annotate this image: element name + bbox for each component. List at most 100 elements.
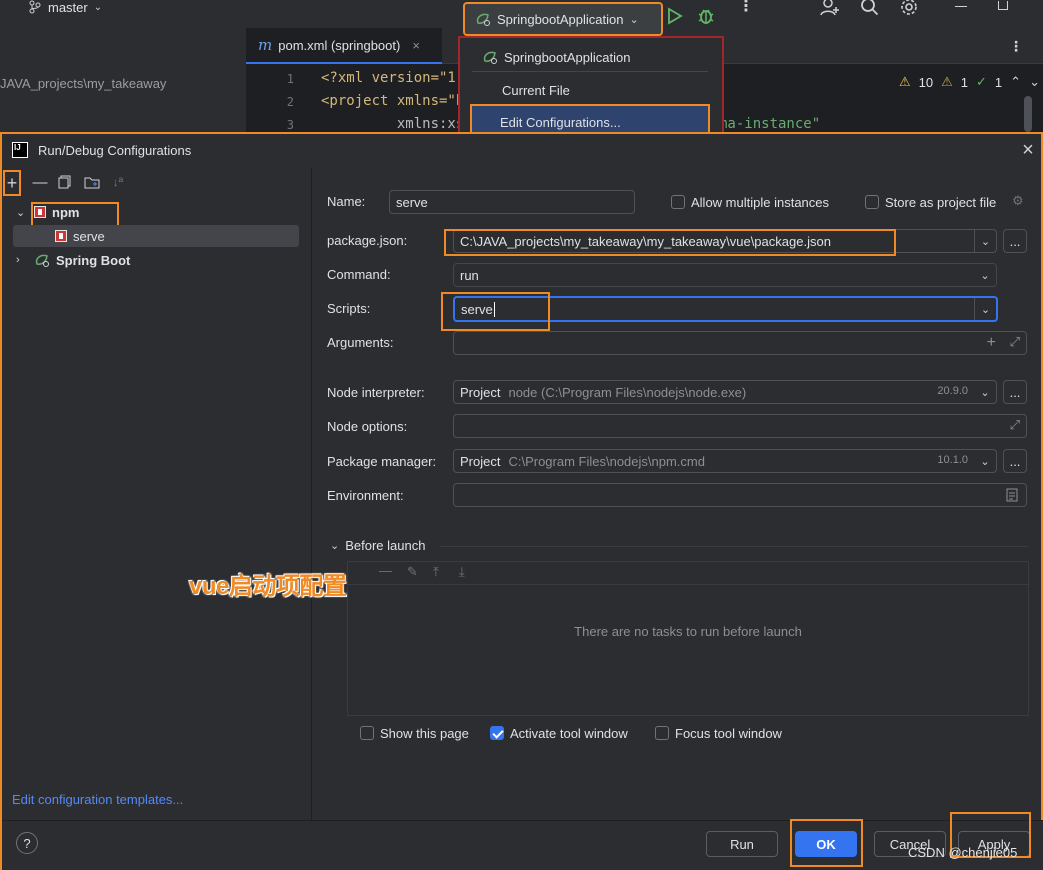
node-interpreter-prefix: Project xyxy=(460,384,501,400)
arguments-label: Arguments: xyxy=(327,335,394,350)
command-select[interactable]: run ⌄ xyxy=(453,263,997,287)
restore-icon[interactable] xyxy=(998,1,1008,10)
inspection-widget[interactable]: ⚠ 10 ⚠ 1 ✓ 1 ⌃ ⌄ xyxy=(899,74,1040,90)
chevron-down-icon[interactable]: ⌄ xyxy=(974,230,996,252)
intellij-logo-icon xyxy=(12,142,28,158)
copy-config-icon[interactable] xyxy=(55,172,75,192)
popup-item-label: Edit Configurations... xyxy=(500,114,621,130)
branch-widget[interactable]: master ⌄ xyxy=(28,0,103,15)
show-page-checkbox[interactable] xyxy=(360,726,374,740)
document-icon[interactable] xyxy=(1006,488,1018,505)
move-down-icon[interactable]: ⤓ xyxy=(459,564,465,580)
environment-input[interactable] xyxy=(453,483,1027,507)
chevron-down-icon[interactable]: ⌄ xyxy=(330,539,339,552)
edit-templates-link[interactable]: Edit configuration templates... xyxy=(12,792,183,807)
search-icon[interactable] xyxy=(860,0,880,19)
settings-gear-icon[interactable] xyxy=(899,0,919,20)
maven-file-icon: m xyxy=(258,36,273,54)
weak-warning-icon: ⚠ xyxy=(941,74,953,89)
dialog-title: Run/Debug Configurations xyxy=(38,142,192,158)
arguments-input[interactable]: + ⤢ xyxy=(453,331,1027,355)
git-branch-icon xyxy=(29,0,41,14)
more-actions-icon[interactable]: ⋮ xyxy=(738,0,754,16)
run-configuration-selector[interactable]: SpringbootApplication ⌄ xyxy=(463,2,663,36)
chevron-down-icon[interactable]: ⌄ xyxy=(16,206,28,219)
package-manager-select[interactable]: Project C:\Program Files\nodejs\npm.cmd … xyxy=(453,449,997,473)
allow-multiple-checkbox[interactable] xyxy=(671,195,685,209)
line-number: 2 xyxy=(286,95,294,109)
minimize-icon[interactable] xyxy=(955,6,967,7)
remove-config-icon[interactable]: — xyxy=(30,172,50,192)
add-user-icon[interactable] xyxy=(820,0,840,19)
node-options-label: Node options: xyxy=(327,419,408,434)
run-play-icon[interactable] xyxy=(663,5,685,27)
sort-icon[interactable]: ↓ª xyxy=(108,172,128,192)
empty-list-text: There are no tasks to run before launch xyxy=(574,624,802,639)
edit-pencil-icon[interactable]: ✎ xyxy=(407,564,418,580)
help-button[interactable]: ? xyxy=(16,832,38,854)
chevron-down-icon[interactable]: ⌄ xyxy=(974,264,996,286)
popup-item-springboot[interactable]: SpringbootApplication xyxy=(474,42,714,72)
node-interpreter-value: node (C:\Program Files\nodejs\node.exe) xyxy=(508,384,747,400)
debug-bug-icon[interactable] xyxy=(695,5,717,27)
dialog-title-bar: Run/Debug Configurations xyxy=(12,140,191,160)
add-icon[interactable]: + xyxy=(987,334,996,352)
run-button[interactable]: Run xyxy=(706,831,778,857)
allow-multiple-label: Allow multiple instances xyxy=(691,195,830,210)
node-version: 20.9.0 xyxy=(937,385,968,397)
popup-item-current-file[interactable]: Current File xyxy=(474,75,714,105)
expand-icon[interactable]: ⤢ xyxy=(1010,334,1020,350)
close-tab-icon[interactable]: × xyxy=(412,38,420,53)
highlight-scripts xyxy=(441,292,550,331)
activate-tool-window-checkbox[interactable] xyxy=(490,726,504,740)
name-value: serve xyxy=(396,194,428,210)
annotation-text: vue启动项配置 xyxy=(189,573,347,600)
tree-node-spring-boot[interactable]: › Spring Boot xyxy=(16,248,130,272)
popup-item-label: SpringbootApplication xyxy=(504,49,631,65)
node-interpreter-select[interactable]: Project node (C:\Program Files\nodejs\no… xyxy=(453,380,997,404)
node-options-input[interactable]: ⤢ xyxy=(453,414,1027,438)
editor-tab-label: pom.xml (springboot) xyxy=(278,37,401,53)
code-line: <project xmlns="h xyxy=(321,93,465,109)
store-project-checkbox[interactable] xyxy=(865,195,879,209)
chevron-down-icon[interactable]: ⌄ xyxy=(974,298,996,320)
remove-icon[interactable]: — xyxy=(379,563,392,578)
line-number: 3 xyxy=(286,118,294,132)
tree-node-label: Spring Boot xyxy=(56,252,131,268)
focus-tool-window-label: Focus tool window xyxy=(675,726,782,741)
store-project-label: Store as project file xyxy=(885,195,997,210)
gear-icon[interactable]: ⚙ xyxy=(1012,193,1024,209)
browse-package-button[interactable]: ... xyxy=(1003,229,1027,253)
chevron-down-icon: ⌄ xyxy=(629,13,639,26)
editor-tab-pom[interactable]: m pom.xml (springboot) × xyxy=(246,28,442,64)
ok-count: 1 xyxy=(994,74,1003,90)
add-config-icon[interactable]: + xyxy=(3,170,21,196)
package-manager-prefix: Project xyxy=(460,453,501,469)
package-json-label: package.json: xyxy=(327,233,408,248)
tree-node-serve[interactable]: serve xyxy=(55,224,105,248)
new-folder-icon[interactable] xyxy=(82,172,102,192)
move-up-icon[interactable]: ⤒ xyxy=(433,564,439,580)
code-fragment: ma-instance" xyxy=(719,116,821,132)
before-launch-header[interactable]: ⌄ Before launch xyxy=(330,538,425,553)
command-value: run xyxy=(460,267,479,283)
scripts-label: Scripts: xyxy=(327,301,371,316)
name-input[interactable]: serve xyxy=(389,190,635,214)
expand-icon[interactable]: ⤢ xyxy=(1010,417,1020,433)
chevron-down-icon[interactable]: ⌄ xyxy=(974,450,996,472)
chevron-up-icon[interactable]: ⌃ xyxy=(1010,74,1021,90)
chevron-down-icon[interactable]: ⌄ xyxy=(974,381,996,403)
chevron-right-icon[interactable]: › xyxy=(16,254,28,266)
more-menu-icon[interactable]: ⋮ xyxy=(1009,38,1023,55)
focus-tool-window-checkbox[interactable] xyxy=(655,726,669,740)
browse-node-button[interactable]: ... xyxy=(1003,380,1027,404)
code-line: <?xml version="1. xyxy=(321,70,465,86)
tree-node-label: serve xyxy=(73,228,105,244)
browse-package-manager-button[interactable]: ... xyxy=(1003,449,1027,473)
close-icon[interactable]: × xyxy=(1018,140,1038,160)
npm-icon xyxy=(55,230,67,242)
chevron-down-icon[interactable]: ⌄ xyxy=(1029,74,1040,90)
chevron-down-icon: ⌄ xyxy=(93,1,103,13)
editor-scrollbar[interactable] xyxy=(1024,96,1032,132)
highlight-package-json xyxy=(444,229,896,256)
